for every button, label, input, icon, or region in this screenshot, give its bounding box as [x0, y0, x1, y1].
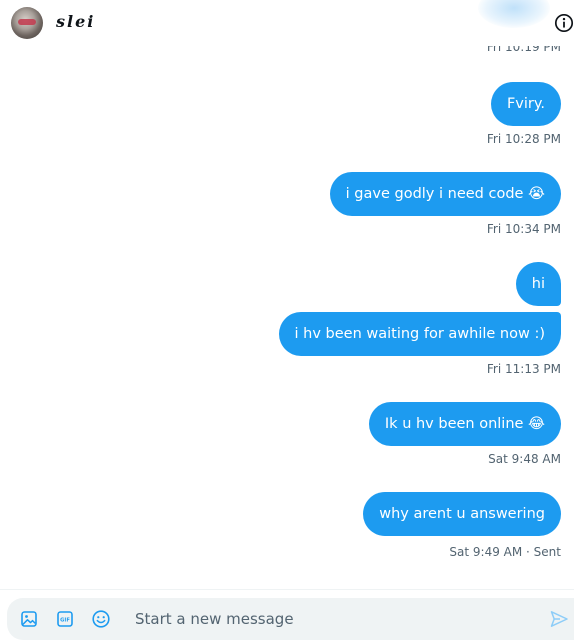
sent-message-bubble[interactable]: Ik u hv been online 😂: [368, 402, 561, 446]
gif-label: GIF: [60, 617, 70, 623]
profile-avatar[interactable]: [11, 7, 43, 39]
avatar-image: [18, 19, 36, 25]
conversation-header: slei: [0, 0, 574, 46]
message-timestamp: Sat 9:48 AM: [488, 452, 561, 466]
emoji-icon[interactable]: [91, 609, 111, 629]
sent-message-bubble[interactable]: why arent u answering: [363, 492, 561, 536]
sent-message-bubble[interactable]: i gave godly i need code 😭: [329, 172, 561, 216]
sent-message-bubble[interactable]: i hv been waiting for awhile now :): [278, 312, 561, 356]
message-input[interactable]: [135, 606, 530, 632]
image-icon[interactable]: [19, 609, 39, 629]
send-icon[interactable]: [549, 609, 569, 629]
header-highlight: [478, 0, 550, 28]
gif-icon[interactable]: GIF: [55, 609, 75, 629]
dm-conversation: Fri 10:19 PM Fviry. Fri 10:28 PM i gave …: [0, 0, 574, 641]
info-icon[interactable]: [554, 13, 574, 33]
message-status: Sat 9:49 AM · Sent: [449, 545, 561, 559]
message-timestamp: Fri 10:34 PM: [486, 222, 561, 236]
message-timestamp: Fri 10:28 PM: [486, 132, 561, 146]
sent-message-bubble[interactable]: Fviry.: [490, 82, 561, 126]
composer-divider: [0, 589, 574, 590]
contact-name[interactable]: slei: [56, 12, 95, 31]
message-composer: GIF: [7, 598, 574, 640]
sent-message-bubble[interactable]: hi: [515, 262, 561, 306]
message-timestamp: Fri 11:13 PM: [486, 362, 561, 376]
